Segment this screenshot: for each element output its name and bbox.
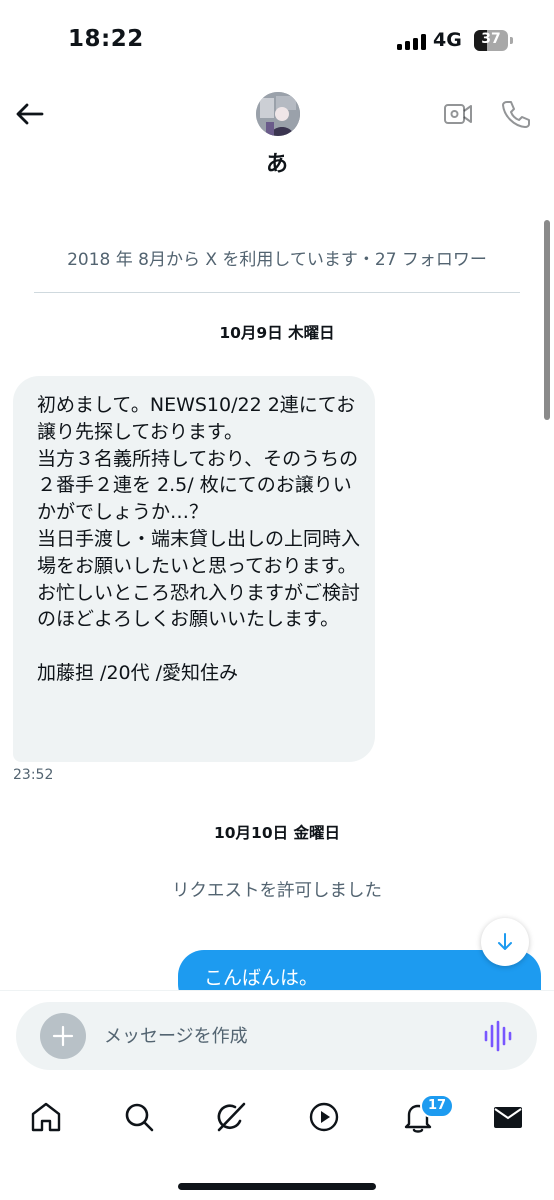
home-icon (31, 1102, 61, 1132)
bottom-nav (0, 1080, 554, 1200)
battery-level: 37 (481, 31, 501, 47)
video-call-button[interactable] (440, 96, 476, 132)
add-media-button[interactable] (40, 1013, 86, 1059)
back-button[interactable] (12, 96, 48, 132)
voice-message-button[interactable] (482, 1018, 514, 1054)
battery-cap (510, 37, 513, 44)
network-label: 4G (433, 29, 462, 51)
nav-grok[interactable] (213, 1099, 249, 1135)
scrollbar[interactable] (544, 220, 550, 420)
signal-icon (397, 34, 427, 50)
notifications-badge: 17 (420, 1094, 455, 1118)
search-icon (125, 1103, 154, 1132)
nav-search[interactable] (121, 1099, 157, 1135)
conversation-name[interactable]: あ (0, 146, 554, 178)
voice-wave-icon (484, 1020, 512, 1052)
home-indicator (178, 1183, 376, 1190)
nav-media[interactable] (306, 1099, 342, 1135)
battery-icon: 37 (474, 30, 508, 51)
date-separator: 10月10日 金曜日 (213, 824, 341, 842)
arrow-left-icon (16, 103, 44, 125)
message-timestamp: 23:52 (13, 767, 54, 783)
plus-icon (52, 1025, 74, 1047)
arrow-down-icon (498, 933, 512, 950)
system-message: リクエストを許可しました (172, 881, 382, 901)
date-separator: 10月9日 木曜日 (219, 324, 335, 342)
message-text: こんばんは。 (204, 967, 319, 989)
user-info: 2018 年 8月から X を利用しています・27 フォロワー (67, 250, 487, 270)
voice-call-button[interactable] (497, 96, 533, 132)
grok-icon (217, 1102, 246, 1132)
scroll-to-bottom-button[interactable] (481, 918, 529, 966)
status-bar: 18:22 4G 37 (0, 0, 554, 80)
incoming-message[interactable]: 初めまして。NEWS10/22 2連にてお譲り先探しております。 当方３名義所持… (13, 376, 375, 762)
nav-messages[interactable] (490, 1099, 526, 1135)
divider (34, 292, 520, 293)
phone-icon (502, 101, 530, 128)
avatar[interactable] (256, 92, 300, 136)
nav-home[interactable] (28, 1099, 64, 1135)
mail-icon (494, 1107, 522, 1128)
video-camera-icon (444, 104, 472, 124)
avatar-image (256, 92, 300, 136)
message-input[interactable] (104, 1014, 464, 1058)
play-icon (309, 1102, 339, 1132)
message-text: 初めまして。NEWS10/22 2連にてお譲り先探しております。 当方３名義所持… (37, 394, 361, 684)
status-time: 18:22 (68, 26, 144, 52)
